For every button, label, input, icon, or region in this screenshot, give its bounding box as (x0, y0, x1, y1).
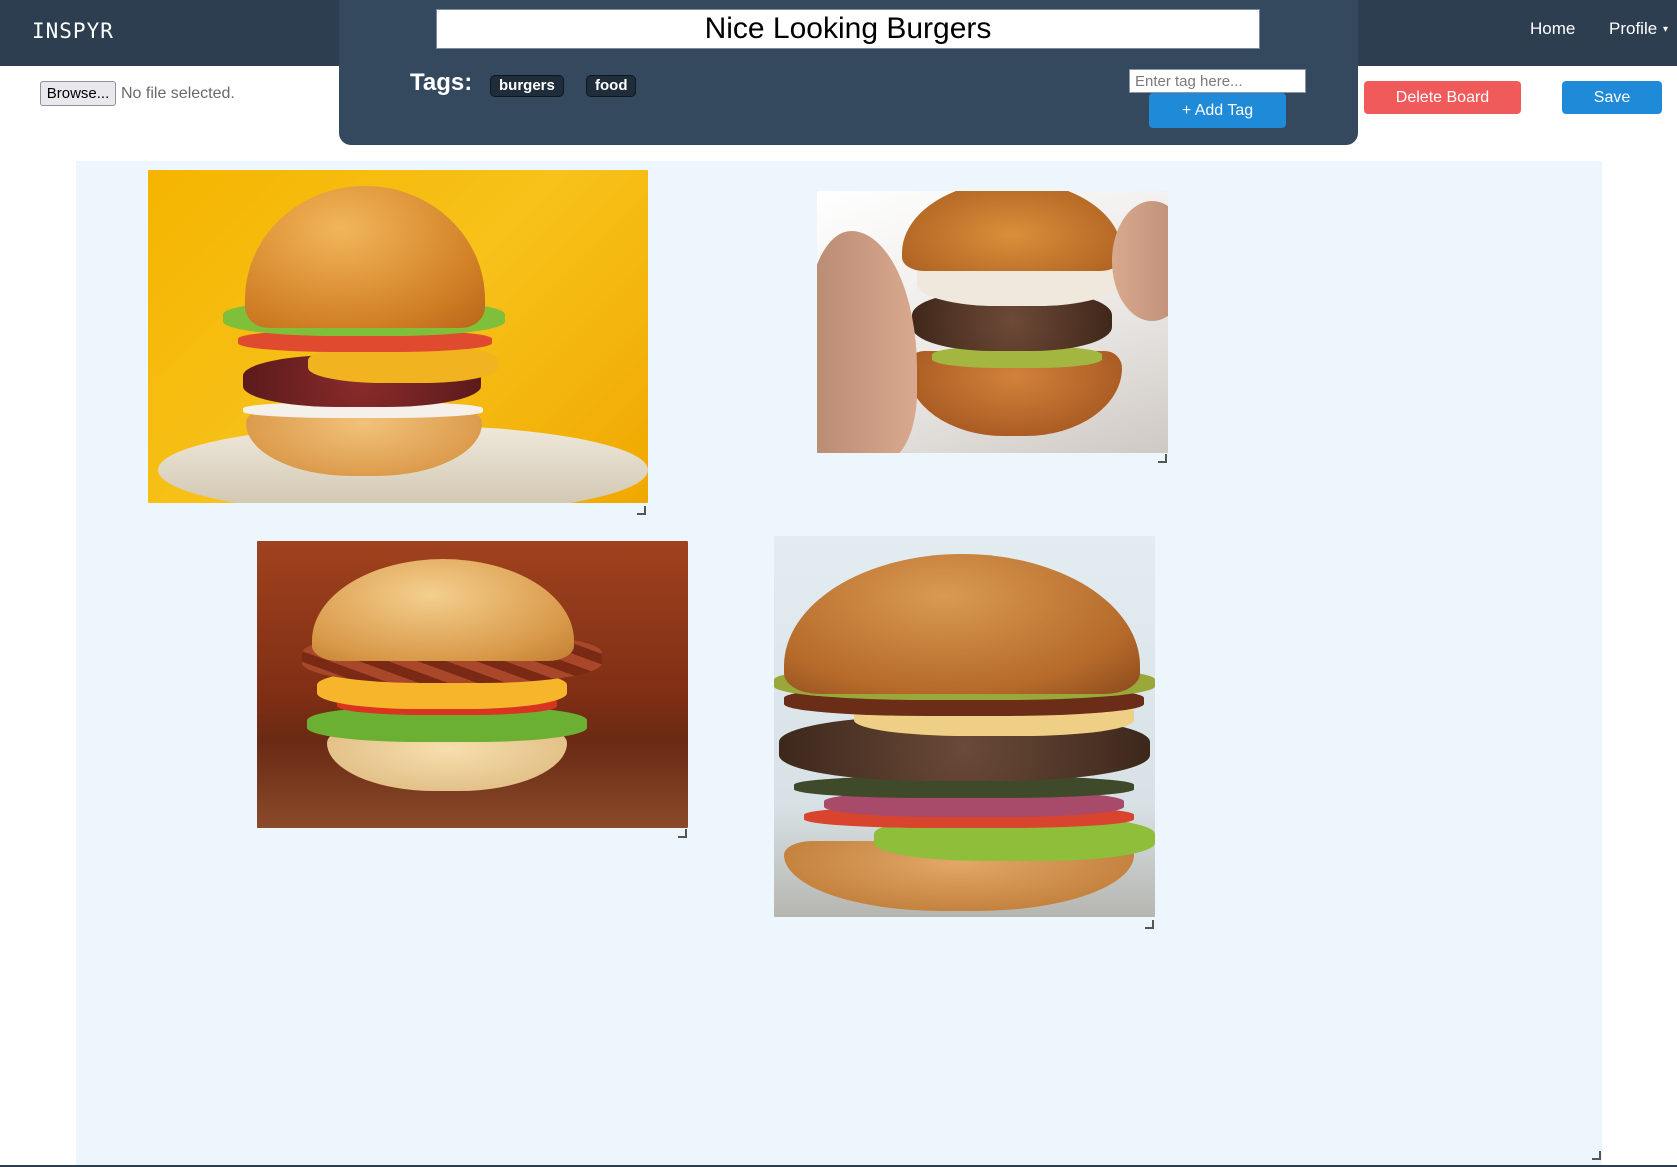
nav-home-link[interactable]: Home (1530, 19, 1575, 39)
resize-handle-icon[interactable] (1145, 920, 1154, 929)
browse-button[interactable]: Browse... (40, 81, 116, 106)
tag-chip-burgers[interactable]: burgers (490, 75, 564, 97)
add-tag-button[interactable]: + Add Tag (1149, 93, 1286, 128)
board-image-3[interactable] (257, 541, 688, 828)
tag-input[interactable] (1129, 69, 1306, 93)
board-title-input[interactable] (436, 9, 1260, 49)
chevron-down-icon[interactable]: ▾ (1663, 24, 1668, 35)
delete-board-button[interactable]: Delete Board (1364, 81, 1521, 114)
resize-handle-icon[interactable] (1158, 454, 1167, 463)
board-image-1[interactable] (148, 170, 648, 503)
board-resize-handle-icon[interactable] (1592, 1151, 1601, 1160)
app-brand[interactable]: INSPYR (32, 19, 114, 43)
board-header-panel: Tags: burgers food + Add Tag (339, 0, 1358, 145)
nav-profile-link[interactable]: Profile (1609, 19, 1657, 39)
save-button[interactable]: Save (1562, 81, 1662, 114)
file-status-text: No file selected. (121, 85, 235, 102)
board-image-2[interactable] (817, 191, 1168, 453)
board-image-4[interactable] (774, 536, 1155, 917)
resize-handle-icon[interactable] (637, 506, 646, 515)
tags-label: Tags: (410, 69, 473, 96)
tag-chip-food[interactable]: food (586, 75, 637, 97)
resize-handle-icon[interactable] (678, 829, 687, 838)
